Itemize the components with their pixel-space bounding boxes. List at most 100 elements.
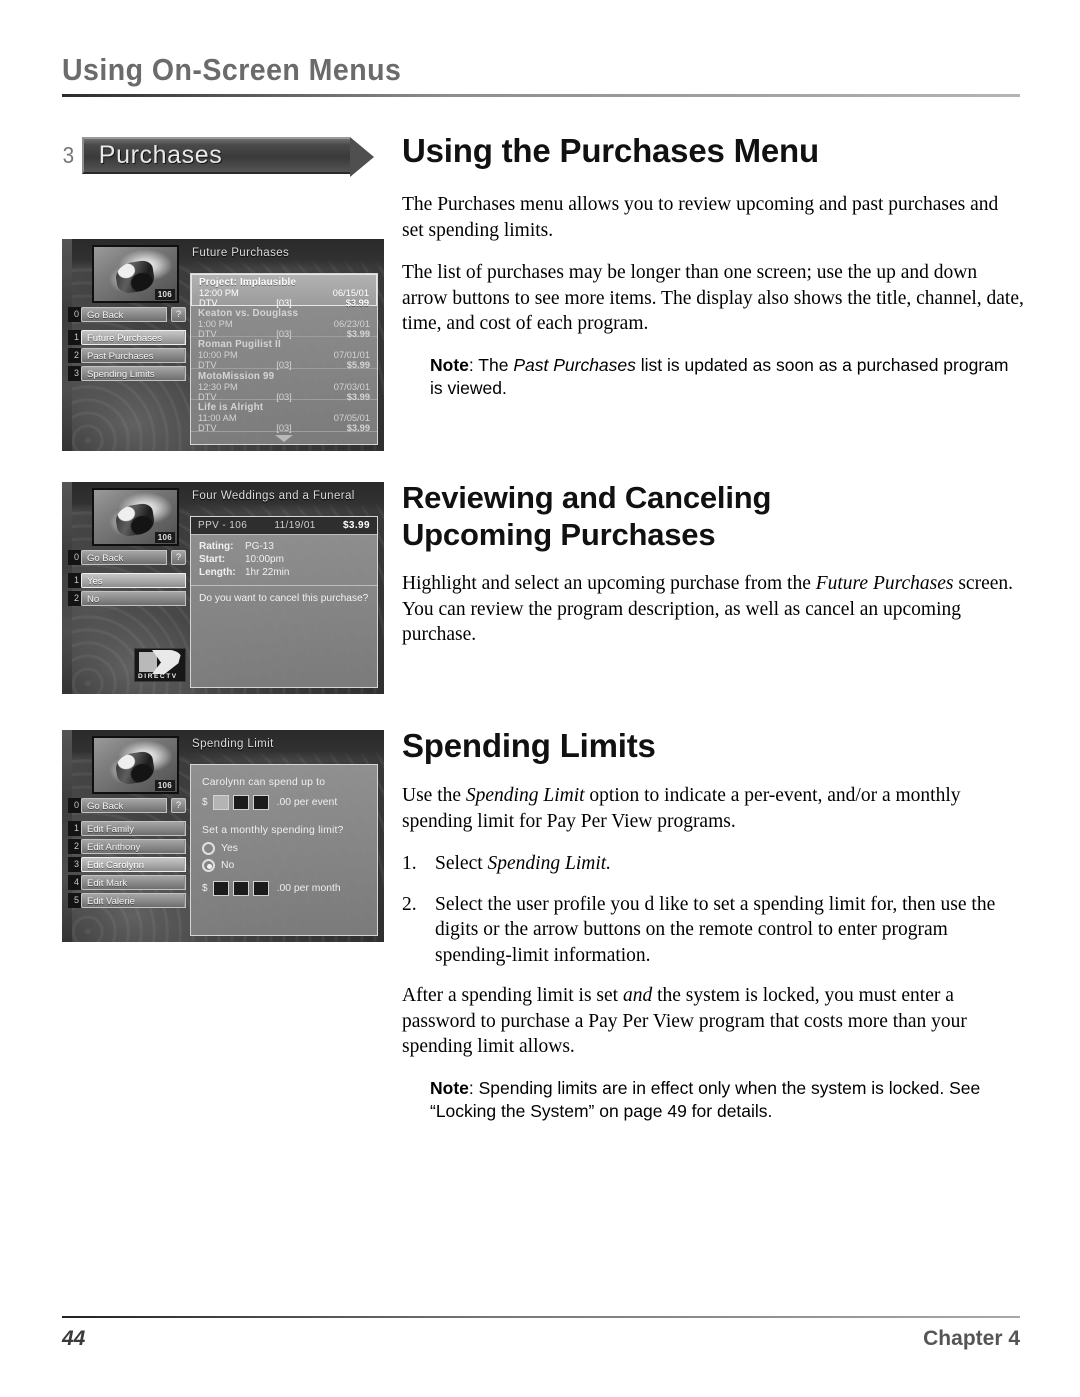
ppv-date: 11/19/01 — [274, 520, 316, 531]
menu-item-go-back[interactable]: 0 Go Back ? — [68, 307, 186, 322]
chapter-label: Chapter 4 — [923, 1327, 1020, 1350]
purchase-row[interactable]: MotoMission 99 12:30 PM 07/03/01 DTV [03… — [191, 369, 377, 402]
menu-item-edit-family[interactable]: 1 Edit Family — [68, 821, 186, 836]
per-event-amount-field[interactable]: $ .00 per event — [202, 795, 366, 810]
menu-key: 0 — [68, 307, 81, 322]
reviewing-emphasis: Future Purchases — [815, 573, 954, 594]
program-time: 12:00 PM — [199, 288, 239, 298]
menu-key: 0 — [68, 550, 81, 565]
channel-badge: 106 — [154, 780, 175, 791]
panel-title: Four Weddings and a Funeral — [192, 490, 355, 502]
radio-icon-selected[interactable] — [202, 859, 215, 872]
radio-icon[interactable] — [202, 842, 215, 855]
menu-key: 1 — [68, 573, 81, 588]
menu-key: 4 — [68, 875, 81, 890]
program-title: Life is Alright — [198, 402, 264, 413]
step-text-a: Select — [435, 853, 488, 874]
menu-item-go-back[interactable]: 0 Go Back ? — [68, 550, 186, 565]
dollar-sign: $ — [202, 797, 208, 808]
purchase-row[interactable]: Life is Alright 11:00 AM 07/05/01 DTV [0… — [191, 400, 377, 433]
menu-item-edit-valerie[interactable]: 5 Edit Valerie — [68, 893, 186, 908]
step-item-2: 2. Select the user profile you d like to … — [402, 892, 1024, 969]
program-title: MotoMission 99 — [198, 370, 275, 382]
note-emphasis: Past Purchases — [513, 354, 636, 375]
spending-limit-panel: Carolynn can spend up to $ .00 per event… — [190, 764, 378, 936]
running-head-title: Using On-Screen Menus — [62, 52, 402, 87]
help-button[interactable]: ? — [171, 550, 186, 565]
motorcycle-rider-graphic — [113, 502, 156, 539]
digit-box[interactable] — [252, 795, 269, 810]
scroll-down-arrow-icon[interactable] — [275, 435, 293, 442]
menu-item-edit-anthony[interactable]: 2 Edit Anthony — [68, 839, 186, 854]
program-time-date: 12:00 PM 06/15/01 — [199, 288, 369, 298]
radio-label: Yes — [221, 843, 238, 854]
program-time: 1:00 PM — [198, 318, 233, 329]
program-source-price: DTV [03] $3.99 — [198, 423, 370, 433]
digit-box[interactable] — [212, 881, 229, 896]
ppv-info-value: 10:00pm — [245, 554, 284, 565]
purchase-row[interactable]: Keaton vs. Douglass 1:00 PM 06/23/01 DTV… — [191, 306, 377, 339]
menu-item-spending-limits[interactable]: 3 Spending Limits — [68, 366, 186, 381]
digit-box[interactable] — [232, 795, 249, 810]
page-footer: 44 Chapter 4 — [62, 1316, 1020, 1351]
menu-key: 2 — [68, 348, 81, 363]
help-button[interactable]: ? — [171, 798, 186, 813]
tv-menu-list: 0 Go Back ? 1 Edit Family 2 Edit Anthony… — [68, 798, 186, 911]
logo-shape-left — [139, 652, 157, 672]
video-thumbnail: 106 — [92, 488, 179, 546]
directv-logo-icon: DIRECTV — [134, 648, 186, 682]
purchases-paragraph-1: The Purchases menu allows you to review … — [402, 194, 999, 241]
step-item-1: 1. Select Spending Limit. — [402, 851, 1024, 877]
menu-key: 2 — [68, 591, 81, 606]
per-month-suffix: .00 per month — [276, 883, 341, 894]
footer-row: 44 Chapter 4 — [62, 1327, 1020, 1351]
cancel-purchase-panel: PPV - 106 11/19/01 $3.99 Rating: PG-13 St… — [190, 516, 378, 688]
purchase-row[interactable]: Roman Pugilist II 10:00 PM 07/01/01 DTV … — [191, 337, 377, 370]
menu-label: Edit Valerie — [81, 893, 186, 908]
menu-label: Edit Anthony — [81, 839, 186, 854]
menu-item-no[interactable]: 2 No — [68, 591, 186, 606]
menu-label: No — [81, 591, 186, 606]
tv-menu-list: 0 Go Back ? 1 Yes 2 No — [68, 550, 186, 609]
digit-box[interactable] — [252, 881, 269, 896]
menu-item-yes[interactable]: 1 Yes — [68, 573, 186, 588]
panel-title: Future Purchases — [192, 247, 290, 259]
ppv-info-key: Rating: — [199, 541, 234, 552]
spending2-emphasis: and — [622, 985, 653, 1006]
note-label: Note — [430, 354, 469, 375]
menu-item-edit-mark[interactable]: 4 Edit Mark — [68, 875, 186, 890]
footer-rule — [62, 1316, 1020, 1318]
menu-label: Spending Limits — [81, 366, 186, 381]
running-head: Using On-Screen Menus — [62, 52, 1020, 97]
spending-text-a: Use the — [402, 785, 466, 806]
menu-item-future-purchases[interactable]: 1 Future Purchases — [68, 330, 186, 345]
menu-label: Yes — [81, 573, 186, 588]
note-text-a: : The — [468, 354, 514, 375]
radio-option-yes[interactable]: Yes — [202, 842, 366, 855]
step-number: 2. — [402, 893, 417, 915]
menu-item-go-back[interactable]: 0 Go Back ? — [68, 798, 186, 813]
section-title-spending-limits: Spending Limits — [402, 727, 656, 764]
cancel-question: Do you want to cancel this purchase? — [199, 593, 369, 604]
purchase-row[interactable]: Project: Implausible 12:00 PM 06/15/01 D… — [191, 274, 377, 308]
menu-item-edit-carolynn[interactable]: 3 Edit Carolynn — [68, 857, 186, 872]
menu-tag-label: Purchases — [98, 140, 223, 169]
per-month-amount-field[interactable]: $ .00 per month — [202, 881, 366, 896]
ppv-info-row: Start: 10:00pm — [199, 553, 369, 566]
help-button[interactable]: ? — [171, 307, 186, 322]
menu-key: 3 — [68, 857, 81, 872]
program-title: Keaton vs. Douglass — [198, 307, 299, 319]
per-event-suffix: .00 per event — [276, 797, 338, 808]
motorcycle-rider-graphic — [113, 259, 156, 296]
digit-box[interactable] — [232, 881, 249, 896]
ppv-info-row: Rating: PG-13 — [199, 540, 369, 553]
program-time-date: 1:00 PM 06/23/01 — [198, 319, 370, 329]
digit-box[interactable] — [212, 795, 229, 810]
program-time: 12:30 PM — [198, 381, 238, 392]
page-number: 44 — [62, 1327, 86, 1350]
menu-item-past-purchases[interactable]: 2 Past Purchases — [68, 348, 186, 363]
radio-option-no[interactable]: No — [202, 859, 366, 872]
spend-up-to-label: Carolynn can spend up to — [202, 777, 326, 788]
motorcycle-rider-graphic — [113, 750, 156, 787]
ppv-source: PPV - 106 — [198, 520, 248, 531]
